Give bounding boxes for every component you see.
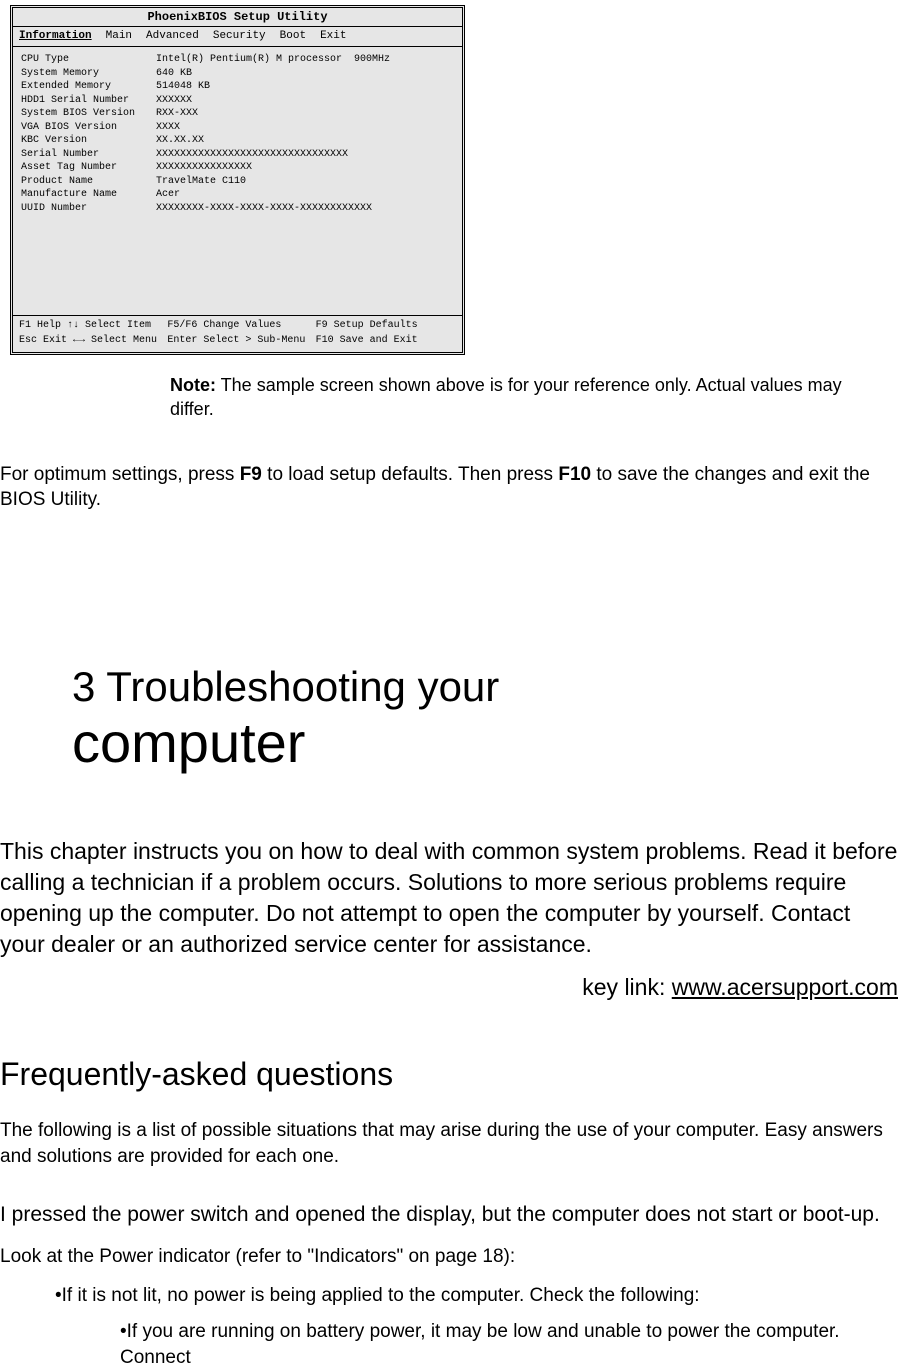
bios-screenshot: PhoenixBIOS Setup Utility Information Ma…: [10, 5, 465, 355]
bios-menu-information: Information: [19, 29, 92, 44]
chapter-heading: 3 Troubleshooting your computer: [72, 663, 900, 776]
optimum-mid: to load setup defaults. Then press: [262, 464, 558, 485]
note-label: Note:: [170, 375, 216, 395]
bios-value: XXXX: [156, 121, 180, 135]
keylink-url[interactable]: www.acersupport.com: [672, 974, 898, 1000]
bios-footer: F1 Help ↑↓ Select Item F5/F6 Change Valu…: [13, 316, 462, 352]
bios-label: VGA BIOS Version: [21, 121, 156, 135]
bios-footer-cell: Enter Select > Sub-Menu: [167, 334, 307, 348]
bios-footer-cell: Esc Exit ←→ Select Menu: [19, 334, 159, 348]
chapter-heading-line1: 3 Troubleshooting your: [72, 663, 900, 711]
bios-value: XX.XX.XX: [156, 134, 204, 148]
bios-label: Manufacture Name: [21, 188, 156, 202]
bios-value: XXXXXXXXXXXXXXXXXXXXXXXXXXXXXXXX: [156, 148, 348, 162]
bios-label: UUID Number: [21, 202, 156, 216]
chapter-body: This chapter instructs you on how to dea…: [0, 836, 900, 960]
optimum-pre: For optimum settings, press: [0, 464, 240, 485]
bios-value: Acer: [156, 188, 180, 202]
bios-label: KBC Version: [21, 134, 156, 148]
chapter-heading-line2: computer: [72, 711, 900, 775]
bios-value: Intel(R) Pentium(R) M processor 900MHz: [156, 53, 390, 67]
faq-bullet-level2: •If you are running on battery power, it…: [120, 1319, 900, 1370]
faq-bullet-level1: •If it is not lit, no power is being app…: [55, 1283, 900, 1309]
bios-menu-bar: Information Main Advanced Security Boot …: [13, 27, 462, 47]
faq-heading: Frequently-asked questions: [0, 1053, 900, 1096]
optimum-paragraph: For optimum settings, press F9 to load s…: [0, 462, 900, 513]
bios-footer-cell: F9 Setup Defaults: [316, 319, 456, 333]
bios-value: XXXXXX: [156, 94, 192, 108]
bios-footer-cell: F1 Help ↑↓ Select Item: [19, 319, 159, 333]
bios-label: CPU Type: [21, 53, 156, 67]
bios-menu-advanced: Advanced: [146, 29, 199, 44]
bios-title: PhoenixBIOS Setup Utility: [13, 8, 462, 27]
bios-value: XXXXXXXX-XXXX-XXXX-XXXX-XXXXXXXXXXXX: [156, 202, 372, 216]
bios-menu-exit: Exit: [320, 29, 346, 44]
bios-value: TravelMate C110: [156, 175, 246, 189]
bios-menu-main: Main: [106, 29, 132, 44]
bios-label: HDD1 Serial Number: [21, 94, 156, 108]
bios-label: Product Name: [21, 175, 156, 189]
note-text: The sample screen shown above is for you…: [170, 375, 842, 419]
faq-intro: The following is a list of possible situ…: [0, 1118, 900, 1169]
bios-menu-boot: Boot: [280, 29, 306, 44]
note-line: Note: The sample screen shown above is f…: [170, 373, 890, 422]
bios-label: Extended Memory: [21, 80, 156, 94]
bios-value: XXXXXXXXXXXXXXXX: [156, 161, 252, 175]
bios-value: 640 KB: [156, 67, 192, 81]
bios-footer-cell: F10 Save and Exit: [316, 334, 456, 348]
key-f9: F9: [240, 464, 262, 485]
faq-question-1: I pressed the power switch and opened th…: [0, 1201, 900, 1229]
keylink-label: key link:: [582, 974, 671, 1000]
bios-footer-cell: F5/F6 Change Values: [167, 319, 307, 333]
bios-label: Serial Number: [21, 148, 156, 162]
key-f10: F10: [558, 464, 591, 485]
bios-label: System BIOS Version: [21, 107, 156, 121]
bios-value: RXX-XXX: [156, 107, 198, 121]
bios-body: CPU TypeIntel(R) Pentium(R) M processor …: [13, 47, 462, 316]
keylink-line: key link: www.acersupport.com: [0, 972, 900, 1003]
bios-menu-security: Security: [213, 29, 266, 44]
bios-label: System Memory: [21, 67, 156, 81]
bios-value: 514048 KB: [156, 80, 210, 94]
faq-answer-1: Look at the Power indicator (refer to "I…: [0, 1244, 900, 1270]
bios-label: Asset Tag Number: [21, 161, 156, 175]
